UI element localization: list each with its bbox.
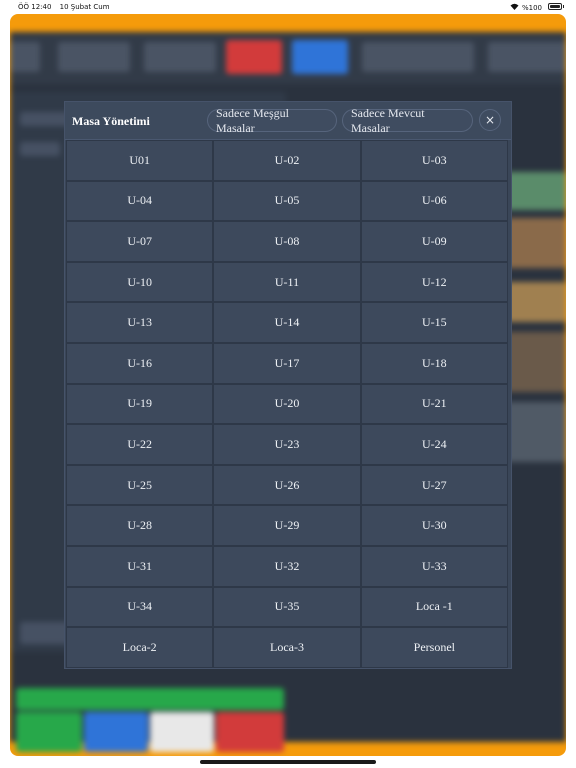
table-cell[interactable]: U-19 bbox=[66, 383, 214, 425]
table-cell[interactable]: U-10 bbox=[66, 261, 214, 303]
table-cell[interactable]: U-07 bbox=[66, 221, 214, 262]
busy-tables-filter-button[interactable]: Sadece Meşgul Masalar bbox=[207, 106, 337, 135]
table-cell[interactable]: U-29 bbox=[213, 505, 361, 546]
table-cell[interactable]: U-35 bbox=[213, 586, 361, 628]
table-cell[interactable]: U-30 bbox=[360, 505, 508, 546]
table-cell[interactable]: U-22 bbox=[66, 424, 214, 465]
battery-icon bbox=[548, 3, 564, 10]
status-date: 10 Şubat Cum bbox=[59, 3, 110, 11]
close-icon: × bbox=[484, 113, 496, 127]
table-cell[interactable]: U-27 bbox=[360, 464, 508, 506]
table-cell[interactable]: Personel bbox=[360, 627, 508, 668]
table-cell[interactable]: U-09 bbox=[360, 221, 508, 262]
available-tables-filter-button[interactable]: Sadece Mevcut Masalar bbox=[342, 106, 473, 135]
table-cell[interactable]: Loca -1 bbox=[360, 586, 508, 628]
table-cell[interactable]: U-08 bbox=[213, 221, 361, 262]
modal-header: Masa Yönetimi Sadece Meşgul Masalar Sade… bbox=[65, 102, 511, 140]
table-cell[interactable]: U-21 bbox=[360, 383, 508, 425]
table-cell[interactable]: U-06 bbox=[360, 180, 508, 222]
table-cell[interactable]: U01 bbox=[66, 140, 214, 181]
table-cell[interactable]: U-15 bbox=[360, 302, 508, 343]
table-management-modal: Masa Yönetimi Sadece Meşgul Masalar Sade… bbox=[65, 102, 511, 668]
table-cell[interactable]: U-14 bbox=[213, 302, 361, 343]
table-cell[interactable]: U-11 bbox=[213, 261, 361, 303]
table-cell[interactable]: U-05 bbox=[213, 180, 361, 222]
table-cell[interactable]: U-34 bbox=[66, 586, 214, 628]
table-cell[interactable]: U-33 bbox=[360, 545, 508, 587]
table-cell[interactable]: U-28 bbox=[66, 505, 214, 546]
wifi-icon bbox=[510, 3, 519, 12]
table-cell[interactable]: U-02 bbox=[213, 140, 361, 181]
table-cell[interactable]: U-03 bbox=[360, 140, 508, 181]
table-cell[interactable]: Loca-2 bbox=[66, 627, 214, 668]
home-indicator bbox=[200, 760, 376, 764]
table-cell[interactable]: U-23 bbox=[213, 424, 361, 465]
table-cell[interactable]: U-16 bbox=[66, 342, 214, 384]
table-cell[interactable]: U-12 bbox=[360, 261, 508, 303]
status-time: ÖÖ 12:40 bbox=[18, 3, 52, 11]
table-grid: U01 U-02 U-03 U-04 U-05 U-06 U-07 U-08 U-09 U-10 U… bbox=[66, 140, 510, 668]
table-cell[interactable]: U-25 bbox=[66, 464, 214, 506]
table-cell[interactable]: U-18 bbox=[360, 342, 508, 384]
modal-title: Masa Yönetimi bbox=[72, 114, 150, 128]
battery-percent: %100 bbox=[521, 3, 542, 12]
table-cell[interactable]: U-24 bbox=[360, 424, 508, 465]
table-cell[interactable]: U-17 bbox=[213, 342, 361, 384]
table-cell[interactable]: Loca-3 bbox=[213, 627, 361, 668]
table-cell[interactable]: U-26 bbox=[213, 464, 361, 506]
table-cell[interactable]: U-20 bbox=[213, 383, 361, 425]
table-cell[interactable]: U-32 bbox=[213, 545, 361, 587]
table-cell[interactable]: U-04 bbox=[66, 180, 214, 222]
table-cell[interactable]: U-13 bbox=[66, 302, 214, 343]
status-bar: ÖÖ 12:40 10 Şubat Cum %100 bbox=[0, 0, 576, 14]
table-cell[interactable]: U-31 bbox=[66, 545, 214, 587]
close-button[interactable]: × bbox=[479, 109, 501, 131]
